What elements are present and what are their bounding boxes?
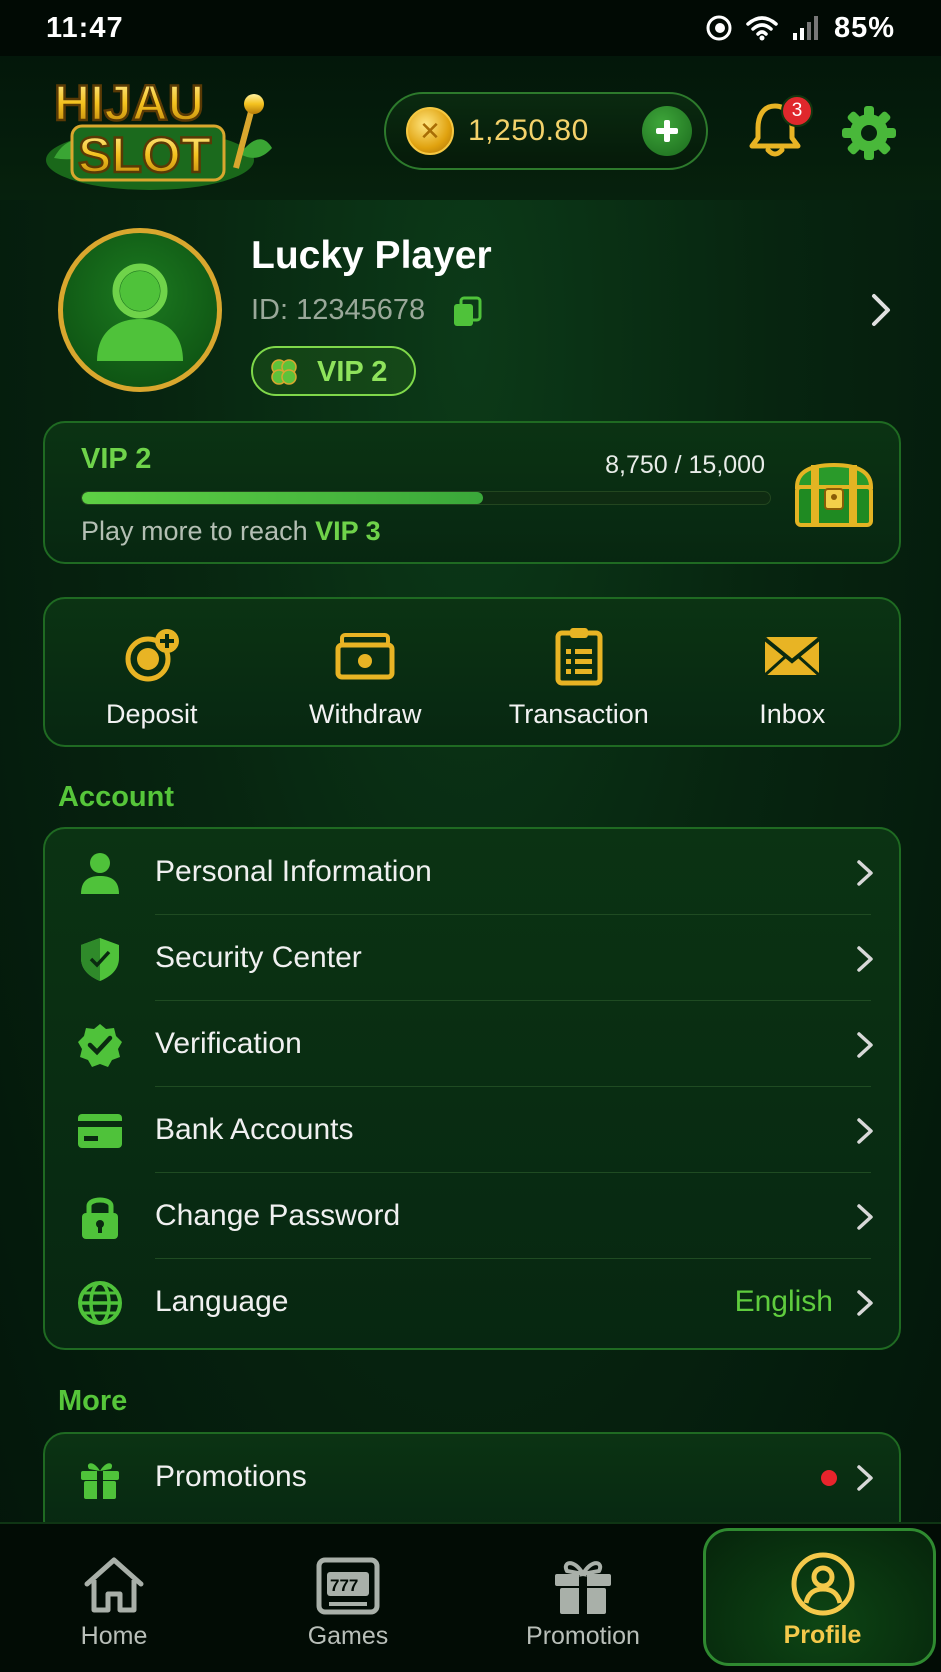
app-header: HIJAU SLOT ✕ 1,250.80 3 (0, 56, 941, 200)
transaction-button[interactable]: Transaction (472, 599, 686, 745)
quick-actions-card: Deposit Withdraw Transaction Inbox (43, 597, 901, 747)
user-avatar-icon (97, 263, 183, 361)
globe-icon (78, 1281, 122, 1325)
menu-item-label: Language (155, 1285, 289, 1318)
vip-level: VIP 2 (81, 443, 152, 475)
svg-text:777: 777 (330, 1576, 358, 1595)
menu-item-personal-information[interactable]: Personal Information (45, 829, 899, 915)
balance-amount: 1,250.80 (468, 114, 589, 147)
treasure-chest-icon (794, 462, 874, 527)
withdraw-label: Withdraw (308, 699, 422, 729)
player-name: Lucky Player (251, 234, 492, 277)
menu-item-label: Security Center (155, 941, 362, 974)
nav-games[interactable]: 777 Games (238, 1524, 458, 1672)
vip-progress-card[interactable]: VIP 2 8,750 / 15,000 Play more to reach … (43, 421, 901, 564)
vip-hint: Play more to reach VIP 3 (81, 516, 381, 547)
chevron-right-icon (857, 1290, 873, 1316)
more-section-title: More (58, 1385, 128, 1417)
vip-progress-text: 8,750 / 15,000 (605, 451, 765, 479)
vip-hint-prefix: Play more to reach (81, 516, 308, 546)
notification-badge: 3 (781, 95, 813, 127)
account-menu: Personal Information Security Center Ver… (43, 827, 901, 1350)
nav-home[interactable]: Home (4, 1524, 224, 1672)
add-funds-button[interactable] (642, 106, 692, 156)
nav-home-label: Home (80, 1622, 148, 1650)
vip-badge-label: VIP 2 (317, 356, 388, 388)
withdraw-button[interactable]: Withdraw (259, 599, 473, 745)
profile-icon (791, 1552, 854, 1616)
lock-icon (82, 1197, 118, 1239)
chevron-right-icon[interactable] (868, 292, 894, 328)
menu-item-promotions[interactable]: Promotions (45, 1434, 899, 1520)
status-bar: 11:47 85% (0, 0, 941, 56)
envelope-icon (763, 637, 821, 677)
status-time: 11:47 (46, 11, 124, 44)
nav-games-label: Games (307, 1622, 389, 1650)
vip-progress-fill (82, 492, 484, 504)
shield-icon (81, 938, 119, 981)
language-value: English (734, 1285, 833, 1318)
wifi-icon (746, 16, 778, 41)
new-indicator-dot (821, 1470, 837, 1486)
chevron-right-icon (857, 1465, 873, 1491)
nav-profile-label: Profile (783, 1621, 862, 1649)
do-not-disturb-icon (706, 15, 732, 41)
inbox-label: Inbox (759, 699, 826, 729)
chevron-right-icon (857, 1204, 873, 1230)
player-id: ID: 12345678 (251, 294, 426, 326)
menu-item-label: Promotions (155, 1460, 307, 1493)
gift-icon (555, 1561, 611, 1614)
profile-screen: 11:47 85% HIJAU SLOT ✕ 1,250.80 3 Lucky … (0, 0, 941, 1672)
chevron-right-icon (857, 1118, 873, 1144)
signal-icon (792, 16, 818, 40)
status-icons: 85% (706, 12, 895, 45)
nav-promotion[interactable]: Promotion (473, 1524, 693, 1672)
battery-level: 85% (833, 11, 895, 44)
deposit-button[interactable]: Deposit (45, 599, 259, 745)
deposit-coin-icon (125, 629, 179, 682)
chevron-right-icon (857, 946, 873, 972)
cash-icon (335, 633, 395, 680)
menu-item-label: Change Password (155, 1199, 401, 1232)
logo-text-top: HIJAU (54, 75, 204, 131)
menu-item-change-password[interactable]: Change Password (45, 1173, 899, 1259)
menu-item-label: Verification (155, 1027, 302, 1060)
nav-profile-content: Profile (709, 1531, 936, 1669)
gear-icon[interactable] (842, 106, 896, 160)
menu-item-verification[interactable]: Verification (45, 1001, 899, 1087)
chevron-right-icon (857, 1032, 873, 1058)
inbox-button[interactable]: Inbox (686, 599, 900, 745)
person-icon (81, 853, 119, 894)
hijau-slot-logo[interactable]: HIJAU SLOT (40, 68, 276, 192)
gift-icon (81, 1463, 119, 1499)
avatar[interactable] (58, 228, 222, 392)
menu-item-bank-accounts[interactable]: Bank Accounts (45, 1087, 899, 1173)
home-icon (84, 1557, 144, 1613)
vip-badge[interactable]: VIP 2 (251, 346, 416, 396)
nav-profile[interactable]: Profile (703, 1528, 936, 1666)
vip-next-level: VIP 3 (315, 516, 381, 546)
menu-item-label: Personal Information (155, 855, 432, 888)
account-section-title: Account (58, 781, 174, 813)
menu-item-language[interactable]: Language English (45, 1259, 899, 1345)
verified-badge-icon (78, 1024, 122, 1067)
balance-pill[interactable]: ✕ 1,250.80 (384, 92, 708, 170)
clover-icon (271, 359, 297, 385)
nav-promotion-label: Promotion (526, 1622, 640, 1650)
deposit-label: Deposit (105, 699, 198, 729)
transaction-label: Transaction (508, 699, 649, 729)
clipboard-icon (555, 628, 603, 686)
plus-icon (656, 120, 678, 142)
logo-text-bottom: SLOT (78, 127, 211, 183)
chevron-right-icon (857, 860, 873, 886)
menu-item-security-center[interactable]: Security Center (45, 915, 899, 1001)
vip-progress-bar (81, 491, 771, 505)
copy-icon[interactable] (452, 296, 482, 328)
slot-machine-icon: 777 (316, 1557, 380, 1615)
coin-icon: ✕ (406, 107, 454, 155)
menu-item-label: Bank Accounts (155, 1113, 354, 1146)
credit-card-icon (78, 1114, 122, 1148)
